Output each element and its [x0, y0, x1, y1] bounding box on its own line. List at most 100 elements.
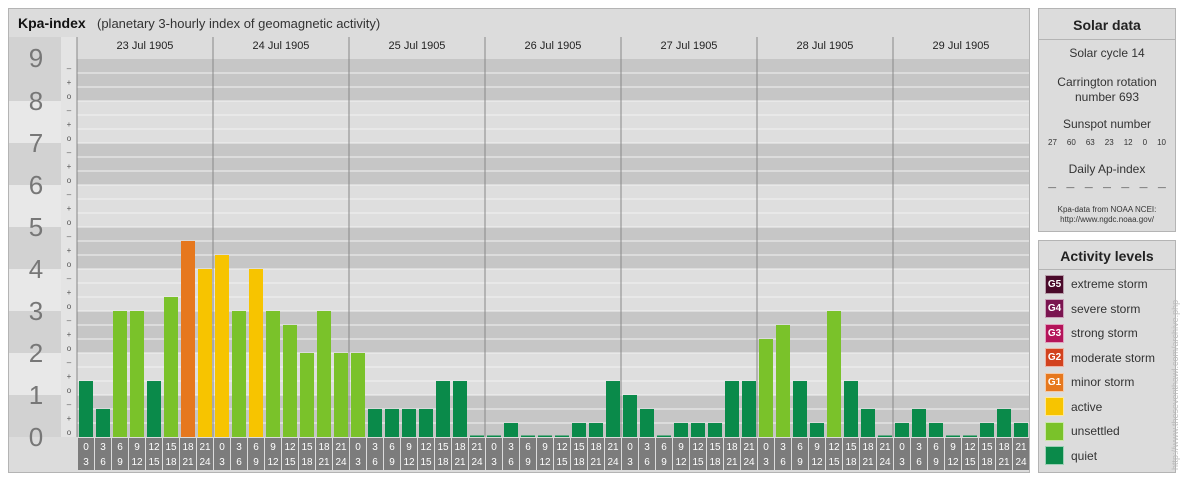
legend-label: minor storm — [1071, 375, 1135, 389]
interval-end-label: 12 — [267, 457, 279, 468]
interval-end-label: 3 — [491, 457, 497, 468]
y-minor-label: + — [67, 288, 72, 297]
y-band — [77, 143, 1029, 185]
interval-start-label: 9 — [950, 442, 956, 453]
y-minor-label: o — [67, 176, 72, 185]
interval-end-label: 18 — [301, 457, 313, 468]
interval-start-label: 9 — [542, 442, 548, 453]
legend-item-active: active — [1045, 397, 1102, 417]
kpa-bar — [793, 381, 807, 437]
kpa-bar — [1014, 423, 1028, 437]
legend-label: unsettled — [1071, 424, 1120, 438]
interval-start-label: 21 — [1015, 442, 1027, 453]
interval-start-label: 12 — [828, 442, 840, 453]
y-minor-label: – — [67, 400, 72, 409]
kpa-bar — [725, 381, 739, 437]
legend-swatch-quiet — [1045, 446, 1064, 465]
interval-end-label: 9 — [933, 457, 939, 468]
data-source-line1: Kpa-data from NOAA NCEI: — [1057, 205, 1157, 214]
interval-end-label: 9 — [661, 457, 667, 468]
y-axis-label: 8 — [29, 86, 43, 116]
interval-start-label: 0 — [627, 442, 633, 453]
kpa-bar — [419, 408, 433, 437]
interval-start-label: 15 — [437, 442, 449, 453]
interval-start-label: 0 — [491, 442, 497, 453]
interval-start-label: 15 — [165, 442, 177, 453]
kpa-bar — [130, 311, 144, 437]
kpa-bar — [368, 408, 382, 437]
kpa-bar — [640, 408, 654, 437]
y-minor-label: + — [67, 372, 72, 381]
kpa-bar — [691, 423, 705, 437]
interval-end-label: 6 — [236, 457, 242, 468]
kpa-bar — [776, 324, 790, 437]
activity-divider — [1039, 269, 1175, 270]
ap-value: — — [1084, 183, 1093, 192]
day-label: 26 Jul 1905 — [525, 40, 582, 52]
interval-end-label: 9 — [389, 457, 395, 468]
interval-end-label: 9 — [117, 457, 123, 468]
interval-start-label: 6 — [661, 442, 667, 453]
legend-label: active — [1071, 399, 1103, 414]
y-minor-label: + — [67, 78, 72, 87]
interval-start-label: 18 — [726, 442, 738, 453]
legend-item-moderate-storm: G2 moderate storm — [1045, 348, 1155, 368]
interval-end-label: 6 — [100, 457, 106, 468]
y-minor-label: – — [67, 358, 72, 367]
interval-end-label: 15 — [284, 457, 296, 468]
interval-start-label: 18 — [998, 442, 1010, 453]
interval-end-label: 24 — [471, 457, 483, 468]
ap-value: — — [1048, 183, 1057, 192]
y-minor-label: o — [67, 386, 72, 395]
interval-start-label: 15 — [709, 442, 721, 453]
interval-start-label: 3 — [916, 442, 922, 453]
kpa-bar — [878, 435, 892, 437]
day-label: 24 Jul 1905 — [253, 40, 310, 52]
interval-end-label: 15 — [420, 457, 432, 468]
interval-end-label: 15 — [692, 457, 704, 468]
legend-item-extreme-storm: G5 extreme storm — [1045, 274, 1148, 294]
kpa-bar — [538, 435, 552, 437]
kpa-bar — [470, 435, 484, 437]
kpa-bar — [198, 269, 212, 437]
interval-end-label: 15 — [148, 457, 160, 468]
data-source-link[interactable]: http://www.ngdc.noaa.gov/ — [1039, 215, 1175, 225]
legend-label: strong storm — [1071, 326, 1138, 340]
interval-start-label: 9 — [678, 442, 684, 453]
kpa-bar — [249, 269, 263, 437]
sunspot-value: 23 — [1104, 138, 1114, 147]
sunspot-value: 63 — [1085, 138, 1095, 147]
interval-end-label: 6 — [508, 457, 514, 468]
interval-start-label: 12 — [148, 442, 160, 453]
day-label: 27 Jul 1905 — [661, 40, 718, 52]
interval-start-label: 3 — [236, 442, 242, 453]
interval-start-label: 0 — [83, 442, 89, 453]
interval-start-label: 9 — [406, 442, 412, 453]
interval-end-label: 9 — [525, 457, 531, 468]
y-minor-label: – — [67, 106, 72, 115]
interval-end-label: 3 — [83, 457, 89, 468]
kpa-bar — [96, 408, 110, 437]
interval-end-label: 12 — [131, 457, 143, 468]
kpa-bar — [300, 353, 314, 437]
y-minor-label: – — [67, 190, 72, 199]
day-label: 28 Jul 1905 — [797, 40, 854, 52]
kpa-bar — [861, 408, 875, 437]
interval-end-label: 3 — [627, 457, 633, 468]
interval-end-label: 24 — [879, 457, 891, 468]
y-minor-label: o — [67, 428, 72, 437]
kpa-bar — [487, 435, 501, 437]
kpa-bar — [436, 381, 450, 437]
interval-start-label: 6 — [117, 442, 123, 453]
interval-end-label: 3 — [219, 457, 225, 468]
day-label: 29 Jul 1905 — [933, 40, 990, 52]
kpa-bar — [385, 408, 399, 437]
interval-start-label: 18 — [182, 442, 194, 453]
kpa-bar — [232, 311, 246, 437]
legend-label: quiet — [1071, 448, 1098, 463]
y-minor-label: o — [67, 92, 72, 101]
interval-start-label: 18 — [862, 442, 874, 453]
kpa-bar — [215, 255, 229, 437]
sunspot-value: 12 — [1123, 138, 1133, 147]
day-label: 25 Jul 1905 — [389, 40, 446, 52]
